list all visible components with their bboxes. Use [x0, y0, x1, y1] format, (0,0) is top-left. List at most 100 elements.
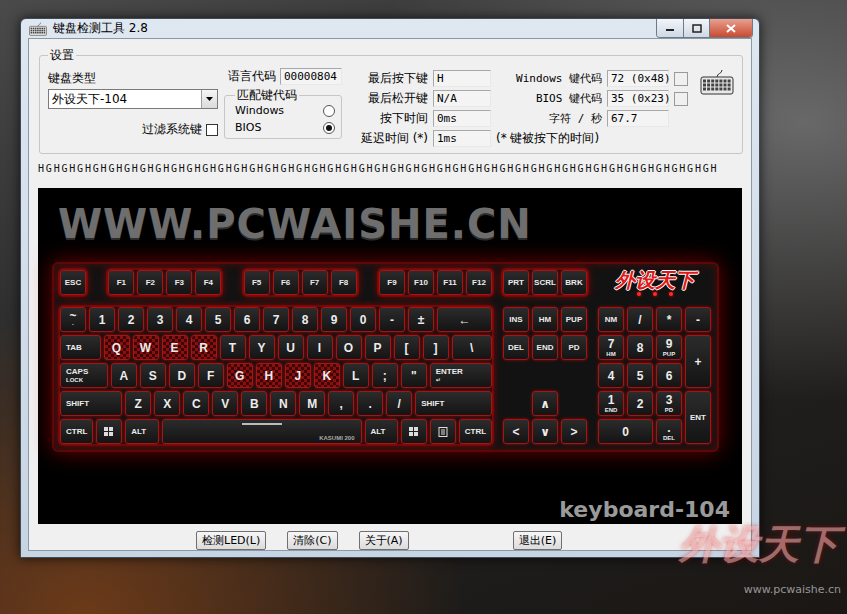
key[interactable]: 6 — [656, 363, 682, 388]
key[interactable]: 9PUP — [656, 335, 682, 360]
key[interactable]: Z — [125, 391, 151, 416]
key[interactable]: END — [532, 335, 558, 360]
key[interactable]: NM — [598, 307, 624, 332]
key[interactable]: ] — [423, 335, 449, 360]
key[interactable]: 9 — [321, 307, 347, 332]
key[interactable]: * — [656, 307, 682, 332]
key[interactable]: F2 — [137, 270, 163, 295]
key[interactable]: F — [198, 363, 224, 388]
key[interactable]: 4 — [176, 307, 202, 332]
filter-system-keys[interactable]: 过滤系统键 — [48, 121, 218, 138]
key[interactable]: G — [227, 363, 253, 388]
key[interactable]: ∨ — [532, 419, 558, 444]
radio-button[interactable] — [323, 122, 335, 134]
key[interactable]: ALT — [365, 419, 398, 444]
key[interactable]: D — [169, 363, 195, 388]
key[interactable]: 8 — [627, 335, 653, 360]
key[interactable]: A — [111, 363, 137, 388]
minimize-button[interactable] — [657, 19, 683, 37]
key[interactable]: .DEL — [656, 419, 682, 444]
key[interactable]: K — [314, 363, 340, 388]
key[interactable]: F3 — [166, 270, 192, 295]
key[interactable]: - — [379, 307, 405, 332]
key[interactable]: 7HM — [598, 335, 624, 360]
key[interactable]: ; — [372, 363, 398, 388]
key[interactable]: 6 — [234, 307, 260, 332]
key[interactable]: < — [503, 419, 529, 444]
key[interactable]: ENT — [685, 391, 711, 444]
radio-button[interactable] — [323, 105, 335, 117]
key[interactable]: 5 — [205, 307, 231, 332]
key[interactable]: > — [561, 419, 587, 444]
dropdown-arrow[interactable] — [201, 90, 217, 108]
maximize-button[interactable] — [683, 19, 709, 37]
key[interactable]: INS — [503, 307, 529, 332]
key[interactable]: Y — [249, 335, 275, 360]
action-button[interactable]: 退出(E) — [513, 531, 563, 550]
key[interactable] — [401, 419, 427, 444]
key[interactable]: 8 — [292, 307, 318, 332]
key[interactable]: ALT — [125, 419, 158, 444]
key[interactable]: 1 — [89, 307, 115, 332]
key[interactable]: " — [401, 363, 427, 388]
key[interactable]: KASUMI 200 — [162, 419, 362, 444]
key[interactable]: ± — [408, 307, 434, 332]
key[interactable]: - — [685, 307, 711, 332]
key[interactable]: F8 — [331, 270, 357, 295]
filter-checkbox[interactable] — [206, 124, 218, 136]
action-button[interactable]: 检测LED(L) — [196, 531, 266, 550]
key[interactable]: ∧ — [532, 391, 558, 416]
radio-option[interactable]: BIOS — [235, 121, 335, 134]
key[interactable]: SHIFT — [60, 391, 122, 416]
key[interactable]: / — [627, 307, 653, 332]
key[interactable]: O — [336, 335, 362, 360]
key[interactable]: 4 — [598, 363, 624, 388]
key[interactable] — [430, 419, 456, 444]
key[interactable]: TAB — [60, 335, 101, 360]
key[interactable]: / — [386, 391, 412, 416]
key[interactable]: F10 — [408, 270, 434, 295]
key[interactable]: F7 — [302, 270, 328, 295]
key[interactable]: 1END — [598, 391, 624, 416]
key[interactable]: M — [299, 391, 325, 416]
key[interactable]: Q — [104, 335, 130, 360]
key[interactable]: I — [307, 335, 333, 360]
key[interactable]: 5 — [627, 363, 653, 388]
key[interactable]: + — [685, 335, 711, 388]
key[interactable]: V — [212, 391, 238, 416]
key[interactable]: B — [241, 391, 267, 416]
key[interactable]: F11 — [437, 270, 463, 295]
key[interactable]: F5 — [244, 270, 270, 295]
key[interactable]: T — [220, 335, 246, 360]
action-button[interactable]: 清除(C) — [287, 531, 337, 550]
keyboard-type-select[interactable]: 外设天下-104 — [48, 89, 218, 109]
key[interactable]: PD — [561, 335, 587, 360]
key[interactable]: E — [162, 335, 188, 360]
key[interactable]: J — [285, 363, 311, 388]
key[interactable]: [ — [394, 335, 420, 360]
key[interactable]: CTRL — [60, 419, 93, 444]
key[interactable]: L — [343, 363, 369, 388]
key[interactable]: 2 — [627, 391, 653, 416]
key[interactable]: DEL — [503, 335, 529, 360]
key[interactable]: 2 — [118, 307, 144, 332]
key[interactable]: F9 — [379, 270, 405, 295]
key[interactable]: 3 — [147, 307, 173, 332]
key[interactable]: ESC — [60, 270, 86, 295]
action-button[interactable]: 关于(A) — [359, 531, 409, 550]
key[interactable]: N — [270, 391, 296, 416]
key[interactable]: F4 — [195, 270, 221, 295]
key[interactable]: ← — [437, 307, 492, 332]
key[interactable]: S — [140, 363, 166, 388]
key[interactable]: SHIFT — [415, 391, 492, 416]
key[interactable]: HM — [532, 307, 558, 332]
key[interactable]: H — [256, 363, 282, 388]
key[interactable]: C — [183, 391, 209, 416]
key[interactable]: PRT — [503, 270, 529, 295]
key[interactable]: U — [278, 335, 304, 360]
key[interactable]: 7 — [263, 307, 289, 332]
key[interactable]: ~` — [60, 307, 86, 332]
key[interactable]: 3PD — [656, 391, 682, 416]
key[interactable]: W — [133, 335, 159, 360]
key[interactable]: . — [357, 391, 383, 416]
